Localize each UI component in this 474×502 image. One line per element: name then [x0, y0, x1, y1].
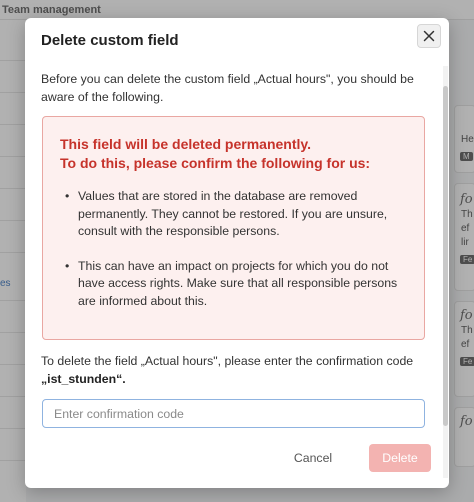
- warning-list: Values that are stored in the database a…: [65, 188, 415, 327]
- warning-title-line-1: This field will be deleted permanently.: [60, 136, 312, 152]
- dialog-scrollbar[interactable]: [443, 66, 448, 478]
- warning-list-item: This can have an impact on projects for …: [65, 258, 415, 311]
- warning-title: This field will be deleted permanently. …: [60, 135, 370, 173]
- confirmation-instructions: To delete the field „Actual hours", plea…: [41, 352, 421, 388]
- delete-button[interactable]: Delete: [369, 444, 431, 472]
- intro-text: Before you can delete the custom field „…: [41, 72, 414, 104]
- warning-list-item: Values that are stored in the database a…: [65, 188, 415, 241]
- cancel-button[interactable]: Cancel: [283, 444, 343, 472]
- delete-field-dialog: Delete custom field Before you can delet…: [25, 18, 449, 488]
- warning-box: This field will be deleted permanently. …: [42, 116, 425, 340]
- close-button[interactable]: [417, 24, 441, 48]
- scrollbar-thumb[interactable]: [443, 86, 448, 426]
- dialog-title: Delete custom field: [41, 32, 179, 49]
- close-icon: [423, 30, 435, 42]
- confirmation-code: „ist_stunden“.: [41, 372, 126, 386]
- confirmation-text: To delete the field „Actual hours", plea…: [41, 354, 414, 368]
- warning-title-line-2: To do this, please confirm the following…: [60, 155, 371, 171]
- confirmation-code-input[interactable]: [42, 399, 425, 428]
